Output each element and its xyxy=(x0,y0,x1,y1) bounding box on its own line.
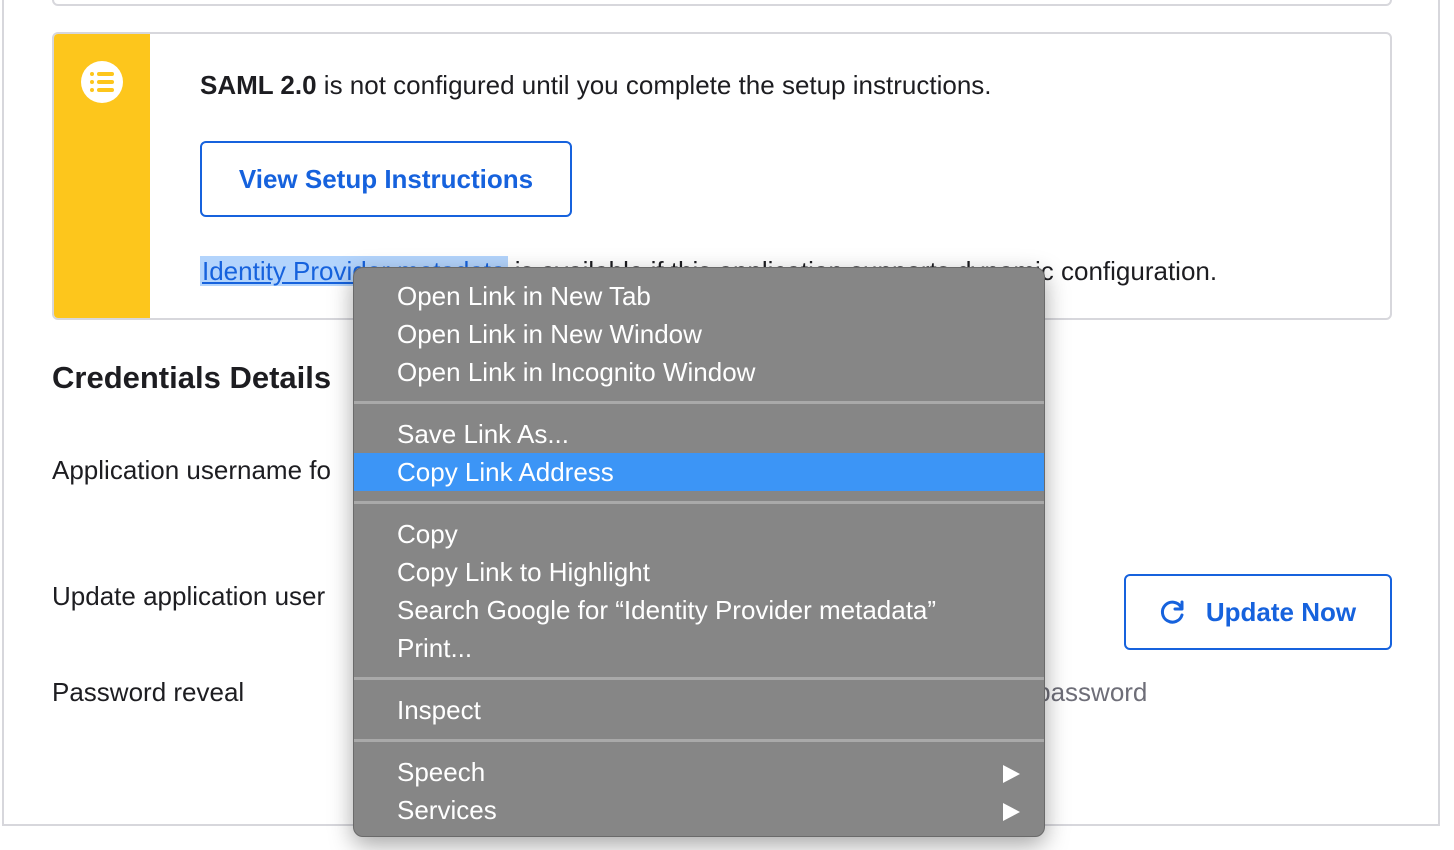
menu-separator xyxy=(354,501,1044,504)
password-reveal-label: Password reveal xyxy=(52,677,245,707)
submenu-arrow-icon xyxy=(1003,803,1020,821)
saml-product-name: SAML 2.0 xyxy=(200,70,317,100)
application-username-label: Application username fo xyxy=(52,455,331,485)
previous-panel xyxy=(52,0,1392,6)
menu-item-open-new-tab[interactable]: Open Link in New Tab xyxy=(354,277,1044,315)
menu-item-copy-link-to-highlight[interactable]: Copy Link to Highlight xyxy=(354,553,1044,591)
update-now-label: Update Now xyxy=(1205,596,1357,627)
menu-item-copy[interactable]: Copy xyxy=(354,515,1044,553)
list-icon xyxy=(81,61,123,103)
menu-item-services-label: Services xyxy=(397,795,497,825)
menu-item-speech[interactable]: Speech xyxy=(354,753,1044,791)
context-menu: Open Link in New Tab Open Link in New Wi… xyxy=(353,267,1045,837)
menu-item-search-google[interactable]: Search Google for “Identity Provider met… xyxy=(354,591,1044,629)
menu-separator xyxy=(354,739,1044,742)
notice-accent-bar xyxy=(54,34,150,318)
menu-separator xyxy=(354,677,1044,680)
menu-item-services[interactable]: Services xyxy=(354,791,1044,829)
credentials-details-heading: Credentials Details xyxy=(52,360,332,395)
menu-item-print[interactable]: Print... xyxy=(354,629,1044,667)
menu-item-inspect[interactable]: Inspect xyxy=(354,691,1044,729)
menu-item-open-incognito[interactable]: Open Link in Incognito Window xyxy=(354,353,1044,391)
menu-item-open-new-window[interactable]: Open Link in New Window xyxy=(354,315,1044,353)
submenu-arrow-icon xyxy=(1003,765,1020,783)
refresh-icon xyxy=(1160,599,1186,625)
menu-item-speech-label: Speech xyxy=(397,757,486,787)
update-now-button[interactable]: Update Now xyxy=(1124,574,1392,650)
menu-separator xyxy=(354,401,1044,404)
update-username-label: Update application user xyxy=(52,581,326,611)
notice-message-text: is not configured until you complete the… xyxy=(316,70,992,100)
menu-item-copy-link-address[interactable]: Copy Link Address xyxy=(354,453,1044,491)
notice-message: SAML 2.0 is not configured until you com… xyxy=(200,70,992,101)
view-setup-instructions-button[interactable]: View Setup Instructions xyxy=(200,141,572,217)
menu-item-save-link-as[interactable]: Save Link As... xyxy=(354,415,1044,453)
